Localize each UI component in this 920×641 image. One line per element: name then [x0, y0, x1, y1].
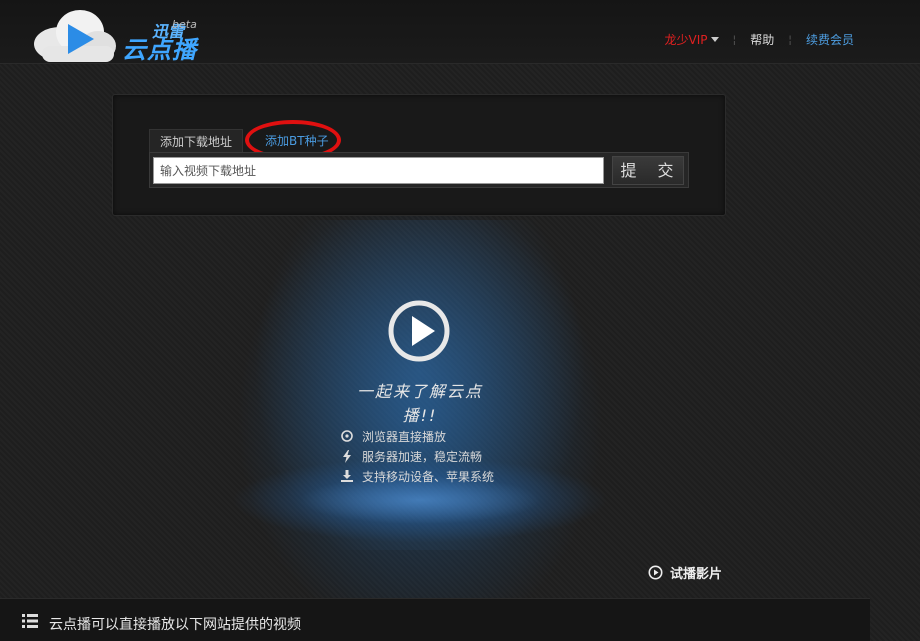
list-icon: [22, 614, 38, 628]
feature-text: 支持移动设备、苹果系统: [362, 469, 495, 484]
supported-sites-title: 云点播可以直接播放以下网站提供的视频: [49, 617, 301, 633]
browser-icon: [340, 429, 354, 443]
caret-down-icon: [710, 37, 719, 42]
trial-video-label: 试播影片: [670, 567, 723, 582]
logo-brand-main: 云点播: [122, 36, 197, 64]
download-url-input[interactable]: [153, 157, 604, 184]
nav-divider: ¦: [732, 33, 737, 46]
feature-text: 浏览器直接播放: [362, 429, 447, 444]
url-input-row: 提 交: [149, 152, 689, 188]
feature-item: 浏览器直接播放: [340, 426, 494, 446]
feature-text: 服务器加速，稳定流畅: [362, 449, 483, 464]
logo[interactable]: 迅雷 beta 云点播: [30, 4, 200, 64]
download-icon: [340, 469, 354, 483]
tab-add-download-url[interactable]: 添加下载地址: [149, 129, 244, 153]
renew-membership-link[interactable]: 续费会员: [806, 31, 854, 48]
header: 迅雷 beta 云点播 龙少VIP ¦ 帮助 ¦ 续费会员: [0, 0, 920, 64]
help-link[interactable]: 帮助: [750, 31, 774, 48]
hero-slogan: 一起来了解云点播!!: [356, 382, 483, 425]
cloud-play-logo-icon: [34, 10, 116, 62]
feature-item: 支持移动设备、苹果系统: [340, 466, 494, 486]
submit-button[interactable]: 提 交: [612, 156, 684, 185]
supported-sites-bar: 云点播可以直接播放以下网站提供的视频: [0, 598, 870, 641]
add-video-panel: 添加下载地址 添加BT种子 提 交: [112, 94, 726, 216]
vip-user-label: 龙少VIP: [664, 33, 708, 47]
lightning-icon: [340, 449, 354, 463]
nav-divider: ¦: [788, 33, 792, 46]
top-nav: 龙少VIP ¦ 帮助 ¦ 续费会员: [665, 31, 854, 48]
feature-item: 服务器加速，稳定流畅: [340, 446, 494, 466]
play-circle-icon[interactable]: [387, 299, 451, 363]
feature-list: 浏览器直接播放 服务器加速，稳定流畅 支持移动设备、苹果系统: [340, 426, 494, 486]
play-circle-small-icon: [648, 565, 663, 580]
vip-user-menu[interactable]: 龙少VIP: [665, 31, 719, 48]
trial-video-link[interactable]: 试播影片: [648, 563, 722, 582]
